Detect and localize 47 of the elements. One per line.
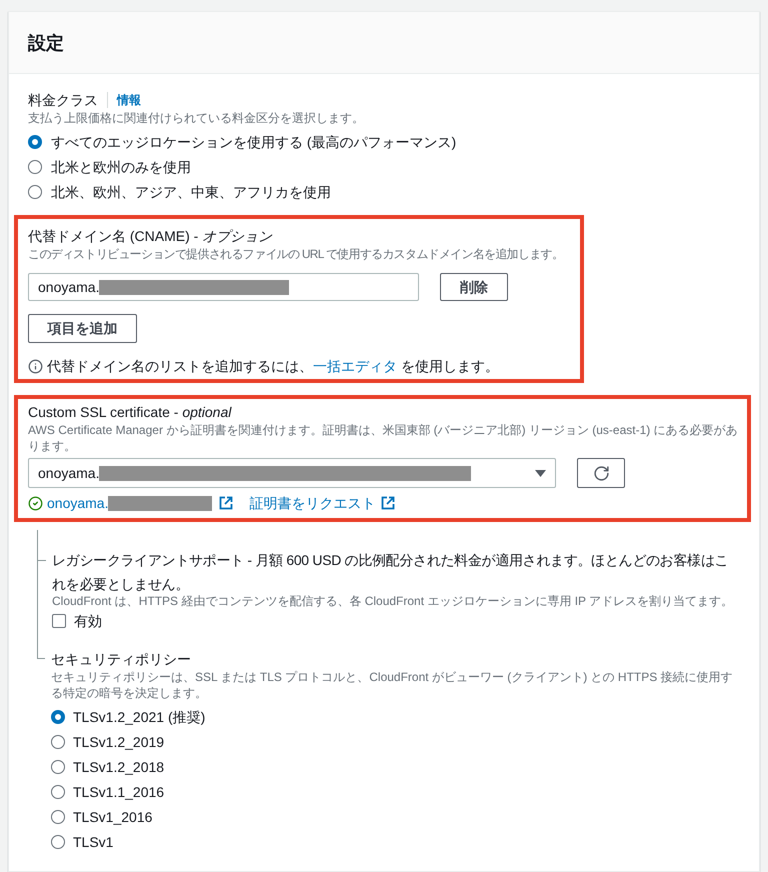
option-label: TLSv1.2_2019: [73, 732, 164, 752]
certificate-link[interactable]: onoyama.: [47, 493, 108, 513]
radio-button[interactable]: [28, 160, 42, 174]
refresh-icon: [592, 464, 610, 482]
request-certificate-link[interactable]: 証明書をリクエスト: [249, 493, 396, 513]
option-label: TLSv1.1_2016: [73, 782, 164, 802]
caret-down-icon: [535, 470, 546, 476]
checkbox[interactable]: [52, 614, 66, 628]
option-label: TLSv1.2_2021 (推奨): [73, 708, 206, 726]
option-label: 北米、欧州、アジア、中東、アフリカを使用: [51, 182, 331, 202]
field-description: CloudFront は、HTTPS 経由でコンテンツを配信する、各 CloudFront エッジロケーションに専用 IP アドレスを割り当てます。: [52, 594, 734, 608]
radio-button[interactable]: [28, 184, 42, 198]
success-icon: [28, 496, 43, 510]
hint-text: 代替ドメイン名のリストを追加するには、一括エディタ を使用します。: [47, 357, 499, 376]
option-label: 北米と欧州のみを使用: [51, 158, 191, 176]
external-link-icon: [219, 496, 234, 510]
info-icon: [28, 358, 43, 374]
field-description: このディストリビューションで提供されるファイルの URL で使用するカスタムドメイン名を追加します。: [28, 246, 564, 262]
option-label: TLSv1_2016: [73, 808, 152, 826]
field-label: Custom SSL certificate - optional: [28, 403, 233, 422]
radio-button[interactable]: [51, 784, 65, 798]
option-label: TLSv1.2_2018: [73, 758, 164, 776]
info-link[interactable]: 情報: [117, 92, 141, 108]
refresh-button[interactable]: [577, 458, 625, 488]
radio-button[interactable]: [51, 810, 65, 824]
field-description: 支払う上限価格に関連付けられている料金区分を選択します。: [28, 110, 365, 126]
panel-title: 設定: [28, 32, 64, 54]
field-label: セキュリティポリシー: [51, 650, 192, 669]
option-label: すべてのエッジロケーションを使用する (最高のパフォーマンス): [51, 132, 456, 152]
domain-input[interactable]: onoyama.: [28, 273, 419, 301]
field-description: セキュリティポリシーは、SSL または TLS プロトコルと、CloudFront がビューワー (クライアント) との HTTPS 接続に使用する特定の暗号を決定します。: [51, 669, 734, 701]
add-item-button[interactable]: 項目を追加: [28, 314, 137, 343]
option-label: TLSv1: [73, 832, 114, 852]
remove-button[interactable]: 削除: [440, 273, 508, 301]
field-label: 代替ドメイン名 (CNAME) - オプション: [28, 227, 274, 246]
radio-button[interactable]: [28, 134, 42, 148]
checkbox-label: 有効: [74, 612, 102, 631]
field-label: 料金クラス: [28, 91, 98, 110]
field-description: AWS Certificate Manager から証明書を関連付けます。証明書は、米国東部 (バージニア北部) リージョン (us-east-1) にある必要があります。: [28, 422, 739, 454]
radio-button[interactable]: [51, 710, 65, 724]
bulk-editor-link[interactable]: 一括エディタ: [313, 358, 397, 374]
radio-button[interactable]: [51, 834, 65, 848]
radio-button[interactable]: [51, 760, 65, 774]
legacy-support-label: レガシークライアントサポート - 月額 600 USD の比例配分された料金が適用されます。ほとんどのお客様はこれを必要としません。: [52, 551, 730, 594]
certificate-select[interactable]: onoyama.: [28, 458, 556, 488]
radio-button[interactable]: [51, 734, 65, 748]
external-link-icon: [381, 496, 396, 510]
